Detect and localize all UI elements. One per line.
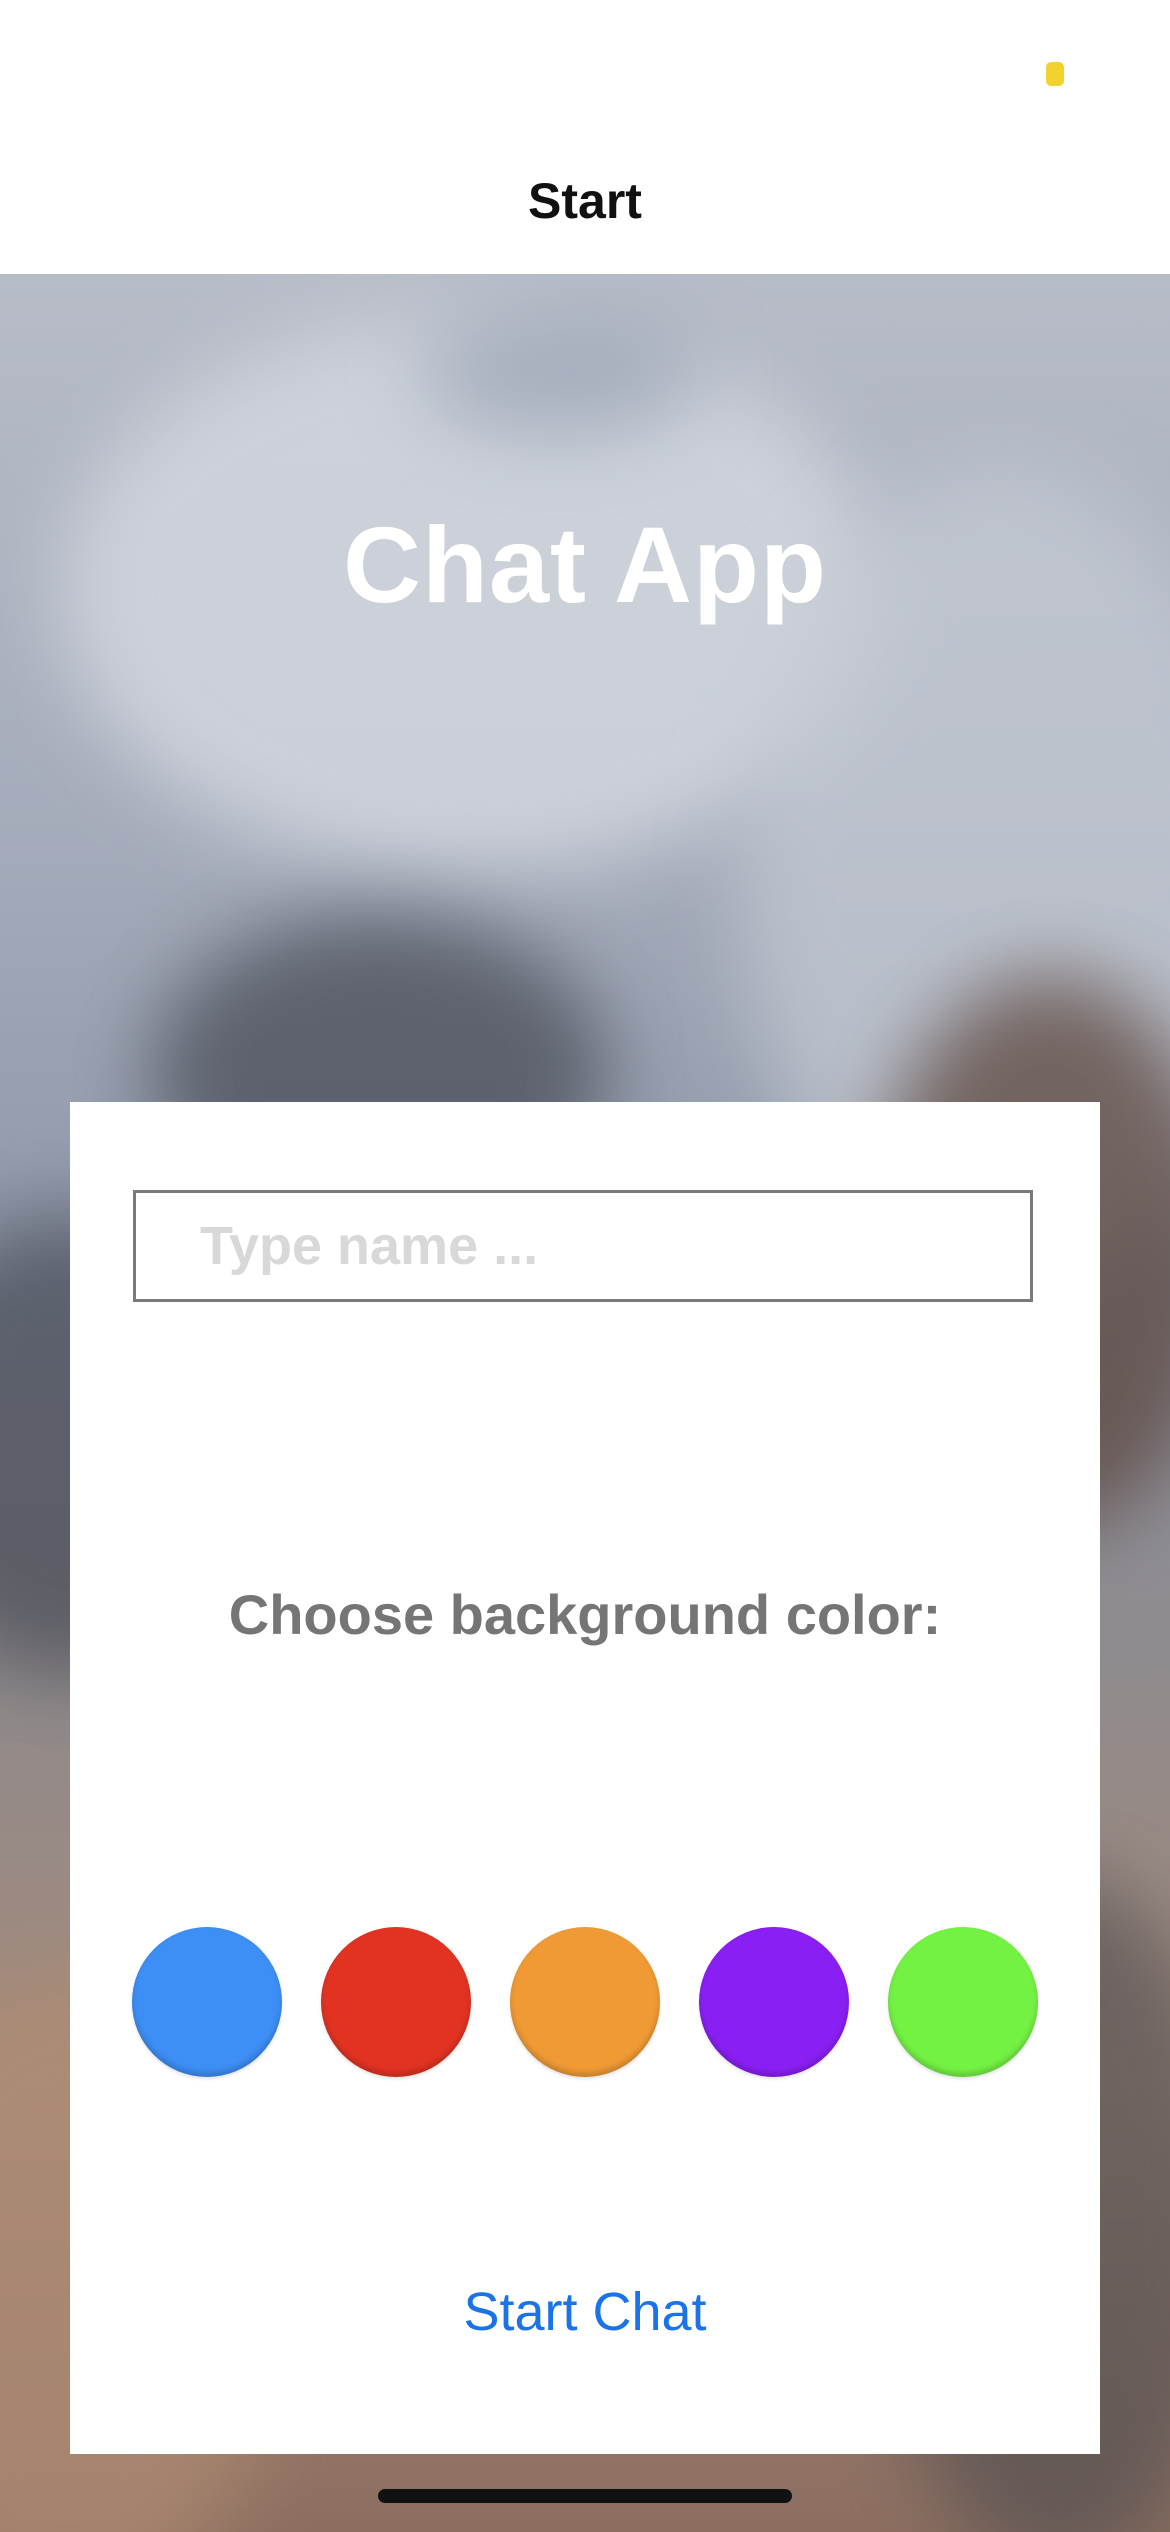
- home-indicator[interactable]: [378, 2489, 792, 2503]
- color-swatch-blue[interactable]: [132, 1927, 282, 2077]
- start-chat-button[interactable]: Start Chat: [385, 2272, 785, 2352]
- navigation-bar: Start: [0, 140, 1170, 275]
- start-form-card: Choose background color: Start Chat: [70, 1102, 1100, 2454]
- name-input[interactable]: [133, 1190, 1033, 1302]
- status-indicator-icon: [1046, 62, 1064, 86]
- color-swatch-red[interactable]: [321, 1927, 471, 2077]
- color-swatch-green[interactable]: [888, 1927, 1038, 2077]
- start-screen: Start Chat App Choose background color: …: [0, 0, 1170, 2532]
- status-bar: [0, 0, 1170, 140]
- nav-title: Start: [528, 173, 642, 229]
- app-title: Chat App: [343, 504, 827, 625]
- color-swatch-purple[interactable]: [699, 1927, 849, 2077]
- background-color-label: Choose background color:: [228, 1583, 942, 1646]
- color-swatch-orange[interactable]: [510, 1927, 660, 2077]
- color-swatches: [132, 1927, 1038, 2079]
